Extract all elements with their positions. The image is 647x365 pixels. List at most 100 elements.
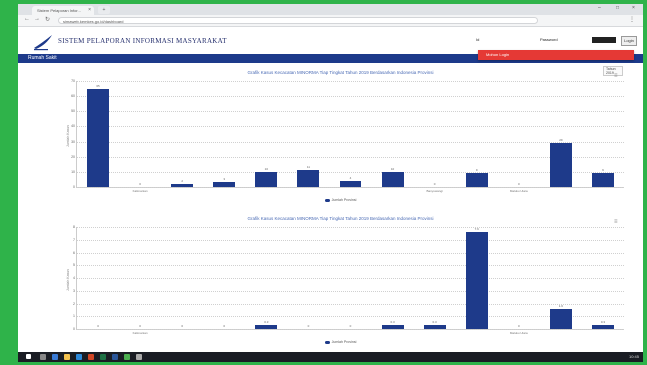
gridline	[77, 316, 624, 318]
chart-bottom: Grafik Kasus Kecacatan MINORMA Tiap Ting…	[58, 213, 624, 351]
gridline	[77, 81, 624, 82]
y-tick-label: 7	[73, 237, 75, 242]
search-icon[interactable]	[40, 354, 46, 360]
bar-C10[interactable]	[465, 232, 488, 329]
clock: 10:45	[628, 354, 639, 359]
chart-menu-icon[interactable]: ≡	[614, 73, 618, 79]
reload-icon[interactable]: ↻	[45, 16, 50, 23]
nav-item-rumah-sakit[interactable]: Rumah Sakit	[28, 55, 57, 61]
password-label: Password	[540, 37, 558, 42]
chart-legend: Jumlah Provinsi	[58, 340, 623, 344]
alert-dropdown[interactable]: Mohon Login	[478, 50, 634, 60]
task-view-icon[interactable]	[52, 354, 58, 360]
value-label: 11	[306, 165, 310, 170]
bar-C3[interactable]	[171, 183, 194, 187]
chart-top: Grafik Kasus Kecacatan MINORMA Tiap Ting…	[58, 66, 624, 209]
main-content: Grafik Kasus Kecacatan MINORMA Tiap Ting…	[18, 63, 643, 352]
chart-title: Grafik Kasus Kecacatan MINORMA Tiap Ting…	[247, 216, 434, 221]
bar-C13[interactable]	[592, 325, 614, 329]
x-tick-label: Kalimantan	[132, 189, 148, 193]
value-label: 2	[181, 178, 184, 183]
gridline	[77, 329, 624, 330]
value-label: 0.3	[264, 320, 269, 325]
gridline	[77, 278, 624, 279]
value-label: 0	[223, 324, 226, 328]
tab-close-icon[interactable]: ×	[88, 6, 91, 15]
gridline	[77, 111, 624, 113]
browser-tab[interactable]: Sistem Pelaporan Infor... ×	[32, 6, 94, 15]
bar-C9[interactable]	[423, 325, 446, 329]
legend-swatch	[324, 340, 330, 344]
gridline	[77, 187, 624, 188]
bar-C8[interactable]	[381, 171, 404, 187]
password-field[interactable]	[592, 37, 616, 43]
value-label: 0	[139, 182, 141, 186]
value-label: 10	[390, 166, 395, 171]
y-tick-label: 6	[73, 250, 75, 255]
plot-area: 0 10 20 30 40 50 60 70 Jumlah Kasus 65 0 Kalimantan…	[66, 79, 624, 193]
chart-menu-icon[interactable]: ≡	[614, 219, 618, 225]
edge-icon[interactable]	[76, 354, 82, 360]
app-title: SISTEM PELAPORAN INFORMASI MASYARAKAT	[58, 37, 227, 45]
gridline	[77, 303, 624, 305]
minimize-icon[interactable]: –	[598, 5, 601, 11]
bar-C8[interactable]	[381, 325, 404, 329]
bar-C12[interactable]	[549, 143, 572, 187]
gridline	[77, 265, 624, 267]
bar-C5[interactable]	[255, 171, 278, 187]
gridline	[77, 126, 624, 128]
back-icon[interactable]: ←	[24, 16, 30, 22]
y-tick-label: 20	[71, 154, 75, 159]
y-tick-label: 10	[71, 169, 75, 174]
bar-C5[interactable]	[255, 325, 278, 329]
maximize-icon[interactable]: □	[616, 5, 619, 11]
browser-nav-bar: ← → ↻ simaweb.kemkes.go.id/dashboard ⋮	[18, 15, 643, 27]
value-label: 0	[517, 324, 520, 328]
value-label: 1.6	[558, 303, 563, 308]
chart-legend: Jumlah Provinsi	[58, 198, 623, 202]
value-label: 0	[307, 324, 310, 328]
gridline	[77, 290, 624, 292]
y-tick-label: 60	[71, 94, 75, 99]
new-tab-button[interactable]: +	[98, 6, 110, 14]
address-bar[interactable]: simaweb.kemkes.go.id/dashboard	[58, 17, 538, 24]
gridline	[77, 239, 624, 241]
x-tick-label: Maluku Utara	[509, 189, 528, 193]
value-label: 9	[602, 168, 604, 173]
y-tick-label: 50	[71, 109, 75, 114]
excel-icon[interactable]	[100, 354, 106, 360]
y-tick-label: 0	[73, 327, 75, 331]
office-icon[interactable]	[88, 354, 94, 360]
username-label: Id	[476, 37, 480, 42]
browser-tab-bar: Sistem Pelaporan Infor... × + – □ ×	[18, 4, 643, 15]
bar-C12[interactable]	[549, 308, 572, 329]
forward-icon[interactable]: →	[34, 16, 40, 22]
app-icon[interactable]	[136, 354, 142, 360]
chrome-icon[interactable]	[124, 354, 130, 360]
y-axis-label: Jumlah Kasus	[65, 125, 70, 147]
browser-menu-icon[interactable]: ⋮	[629, 16, 635, 23]
bar-C7[interactable]	[339, 180, 362, 187]
bar-C6[interactable]	[297, 170, 320, 187]
year-select[interactable]: Tahun 2019	[603, 66, 623, 76]
close-window-icon[interactable]: ×	[632, 5, 635, 11]
gridline	[77, 96, 624, 98]
bar-C4[interactable]	[213, 182, 236, 187]
value-label: 0.3	[600, 320, 606, 325]
start-icon[interactable]	[26, 354, 31, 359]
word-icon[interactable]	[112, 354, 118, 360]
gridline	[77, 171, 624, 173]
y-tick-label: 1	[73, 314, 75, 319]
bar-C10[interactable]	[465, 173, 488, 187]
bar-C1[interactable]	[87, 88, 109, 187]
legend-label: Jumlah Provinsi	[331, 340, 357, 344]
screen: Sistem Pelaporan Infor... × + – □ × ← → …	[18, 4, 643, 362]
value-label: 7.6	[474, 227, 479, 232]
gridline	[77, 227, 624, 228]
explorer-icon[interactable]	[64, 354, 70, 360]
value-label: 0	[433, 182, 436, 186]
legend-swatch	[324, 198, 330, 202]
bar-C13[interactable]	[592, 173, 614, 187]
x-tick-label: Maluku Utara	[509, 331, 528, 335]
login-button[interactable]: Login	[621, 36, 637, 46]
